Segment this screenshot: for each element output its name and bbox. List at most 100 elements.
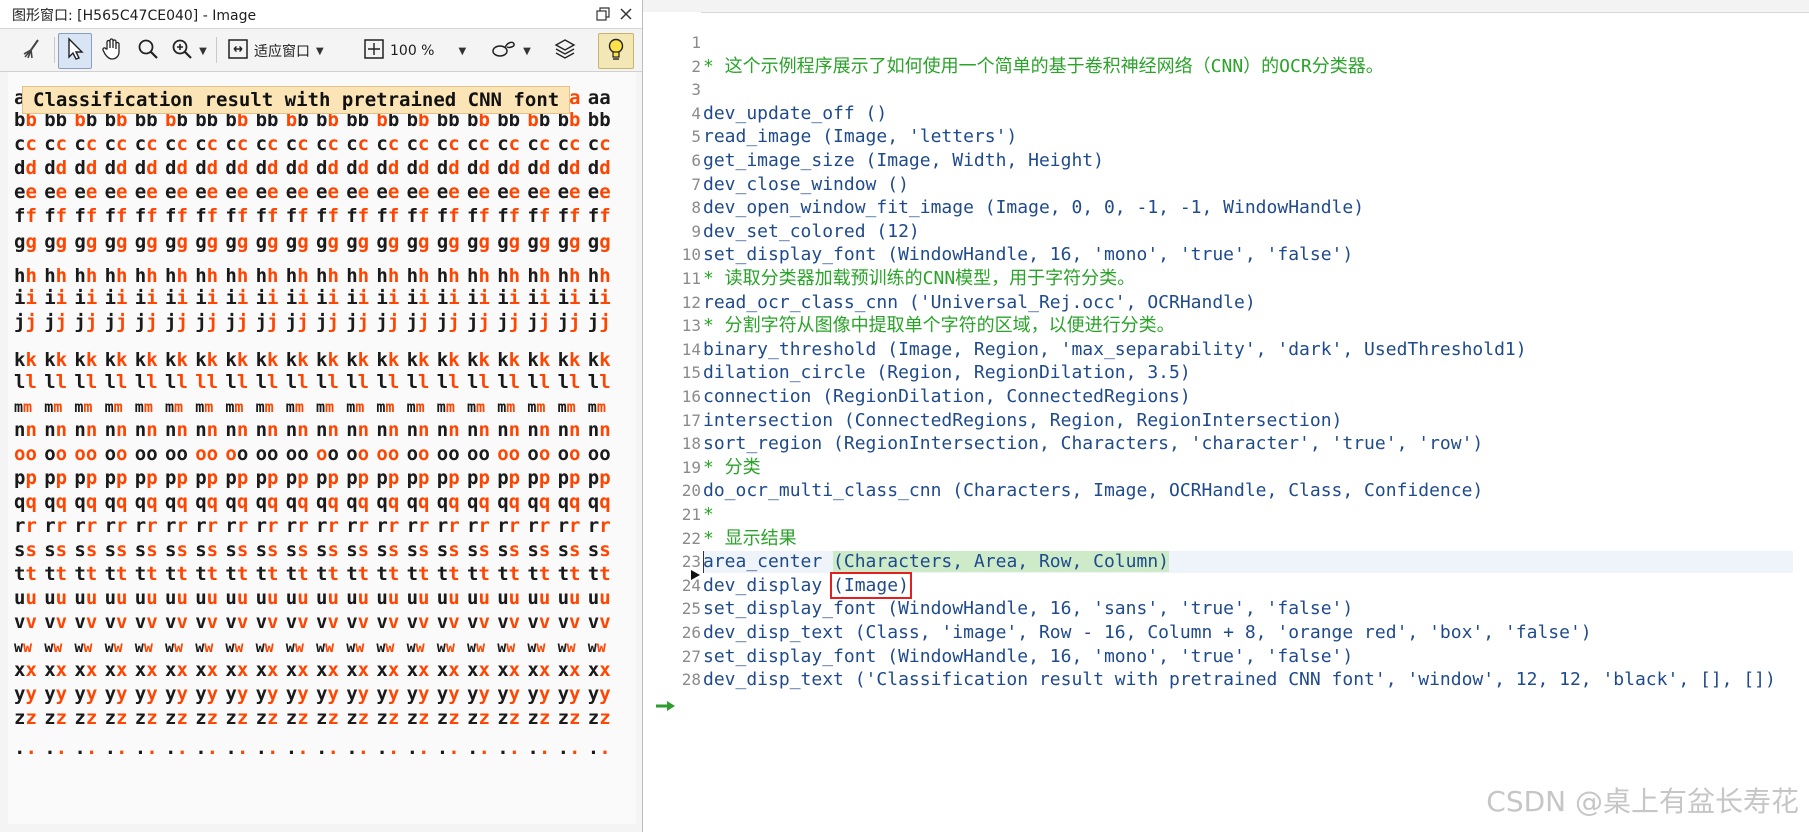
code-line[interactable]: read_image (Image, 'letters') xyxy=(703,126,1017,148)
letter-glyph-pair: gg xyxy=(195,231,218,253)
code-line[interactable]: dev_update_off () xyxy=(703,103,887,125)
letter-glyph-pair: jj xyxy=(527,311,550,333)
letter-glyph-pair: uu xyxy=(407,587,430,609)
code-line[interactable]: connection (RegionDilation, ConnectedReg… xyxy=(703,386,1191,408)
letter-glyph-pair: ss xyxy=(74,539,97,561)
letter-glyph-pair: ii xyxy=(437,287,460,309)
letter-glyph-pair: mm xyxy=(44,398,62,416)
code-line[interactable]: set_display_font (WindowHandle, 16, 'mon… xyxy=(703,244,1353,266)
letter-glyph-pair: ww xyxy=(225,638,244,656)
code-line[interactable]: intersection (ConnectedRegions, Region, … xyxy=(703,410,1342,432)
fit-window-button[interactable]: 适应窗口 ▼ xyxy=(222,33,346,69)
letter-glyph-pair: vv xyxy=(467,611,490,633)
letter-glyph-pair: rr xyxy=(407,515,430,537)
letter-glyph-pair: ff xyxy=(316,205,339,227)
letter-glyph-pair: ww xyxy=(286,638,305,656)
letter-glyph-pair: dd xyxy=(346,157,369,179)
letter-glyph-pair: vv xyxy=(105,611,128,633)
pointer-tool-button[interactable] xyxy=(58,33,92,69)
letter-glyph-pair: rr xyxy=(558,515,581,537)
letter-glyph-pair: ll xyxy=(105,371,128,393)
letter-glyph-pair: tt xyxy=(316,563,339,585)
code-line[interactable]: binary_threshold (Image, Region, 'max_se… xyxy=(703,339,1527,361)
letter-glyph-pair: xx xyxy=(225,659,248,681)
letter-glyph-pair: xx xyxy=(165,659,188,681)
letter-glyph-pair: tt xyxy=(527,563,550,585)
letter-glyph-pair: dd xyxy=(256,157,279,179)
code-line[interactable]: get_image_size (Image, Width, Height) xyxy=(703,150,1104,172)
letter-glyph-pair: yy xyxy=(14,683,37,705)
code-line[interactable]: dev_disp_text ('Classification result wi… xyxy=(703,669,1776,691)
letter-glyph-pair: xx xyxy=(256,659,279,681)
comment-line[interactable]: * xyxy=(703,504,714,526)
letter-glyph-pair: vv xyxy=(316,611,339,633)
fit-window-icon xyxy=(227,38,249,64)
letter-glyph-pair: zz xyxy=(256,707,279,729)
zoom-tool-button[interactable]: ▼ xyxy=(166,33,212,69)
letter-glyph-pair: ll xyxy=(376,371,399,393)
letter-glyph-pair: mm xyxy=(74,398,92,416)
code-line[interactable]: set_display_font (WindowHandle, 16, 'san… xyxy=(703,598,1353,620)
clear-window-button[interactable] xyxy=(14,33,50,69)
line-number: 25 xyxy=(681,599,701,618)
letter-glyph-pair: xx xyxy=(407,659,430,681)
comment-line[interactable]: * 这个示例程序展示了如何使用一个简单的基于卷积神经网络（CNN）的OCR分类器… xyxy=(703,56,1384,78)
zoom-select[interactable]: 100 % ▼ xyxy=(358,33,476,69)
code-line[interactable]: dev_disp_text (Class, 'image', Row - 16,… xyxy=(703,622,1592,644)
line-number: 3 xyxy=(691,80,701,99)
letter-glyph-pair: hh xyxy=(527,265,550,287)
letter-glyph-pair: uu xyxy=(467,587,490,609)
letter-glyph-pair: ff xyxy=(44,205,67,227)
letter-glyph-pair: vv xyxy=(558,611,581,633)
letter-glyph-pair: xx xyxy=(135,659,158,681)
letter-glyph-pair: nn xyxy=(165,419,188,441)
image-canvas[interactable]: aaaaaaaaaaaaaaaaaaaaaaaaaaaaaaaaaaaaaaaa… xyxy=(8,72,636,824)
graphics-window-title: 图形窗口: [H565C47CE040] - Image xyxy=(12,8,257,24)
comment-line[interactable]: * 显示结果 xyxy=(703,528,797,550)
code-line[interactable]: dev_set_colored (12) xyxy=(703,221,920,243)
close-icon[interactable] xyxy=(618,6,634,22)
hint-button[interactable] xyxy=(598,33,634,69)
code-line[interactable]: set_display_font (WindowHandle, 16, 'mon… xyxy=(703,646,1353,668)
layers-button[interactable] xyxy=(548,33,582,69)
letter-glyph-pair: vv xyxy=(14,611,37,633)
code-line[interactable]: sort_region (RegionIntersection, Charact… xyxy=(703,433,1483,455)
letter-glyph-pair: ww xyxy=(497,638,516,656)
draw-shape-icon xyxy=(491,38,517,64)
letter-glyph-pair: .. xyxy=(527,737,550,759)
letter-glyph-pair: pp xyxy=(467,467,490,489)
letter-glyph-pair: ww xyxy=(135,638,154,656)
code-line[interactable]: dilation_circle (Region, RegionDilation,… xyxy=(703,362,1191,384)
draw-mode-button[interactable]: ▼ xyxy=(486,33,536,69)
letter-glyph-pair: nn xyxy=(105,419,128,441)
letter-glyph-pair: gg xyxy=(225,231,248,253)
letter-glyph-pair: jj xyxy=(14,311,37,333)
code-line[interactable]: area_center (Characters, Area, Row, Colu… xyxy=(703,551,1793,573)
magnify-tool-button[interactable] xyxy=(132,33,164,69)
letter-glyph-pair: rr xyxy=(286,515,309,537)
restore-icon[interactable] xyxy=(595,6,611,22)
comment-line[interactable]: * 分割字符从图像中提取单个字符的区域，以便进行分类。 xyxy=(703,315,1175,337)
letter-glyph-pair: ll xyxy=(225,371,248,393)
code-line[interactable]: read_ocr_class_cnn ('Universal_Rej.occ',… xyxy=(703,292,1256,314)
letter-glyph-pair: hh xyxy=(286,265,309,287)
code-line[interactable]: dev_close_window () xyxy=(703,174,909,196)
letter-glyph-pair: .. xyxy=(316,737,339,759)
code-line[interactable]: do_ocr_multi_class_cnn (Characters, Imag… xyxy=(703,480,1483,502)
letter-glyph-pair: ww xyxy=(558,638,577,656)
code-line[interactable]: dev_display (Image) xyxy=(703,572,912,599)
letter-glyph-pair: zz xyxy=(376,707,399,729)
comment-line[interactable]: * 分类 xyxy=(703,457,761,479)
letter-glyph-pair: qq xyxy=(497,491,520,513)
letter-glyph-pair: .. xyxy=(467,737,490,759)
pan-tool-button[interactable] xyxy=(95,33,129,69)
comment-line[interactable]: * 读取分类器加载预训练的CNN模型，用于字符分类。 xyxy=(703,268,1135,290)
letter-glyph-pair: mm xyxy=(225,398,243,416)
code-line[interactable]: dev_open_window_fit_image (Image, 0, 0, … xyxy=(703,197,1364,219)
letter-glyph-pair: qq xyxy=(376,491,399,513)
zoom-window-icon xyxy=(363,38,385,64)
letter-glyph-pair: ll xyxy=(437,371,460,393)
highlighted-parameter: (Image) xyxy=(830,572,912,599)
letter-glyph-pair: rr xyxy=(527,515,550,537)
letter-glyph-pair: ee xyxy=(286,181,309,203)
